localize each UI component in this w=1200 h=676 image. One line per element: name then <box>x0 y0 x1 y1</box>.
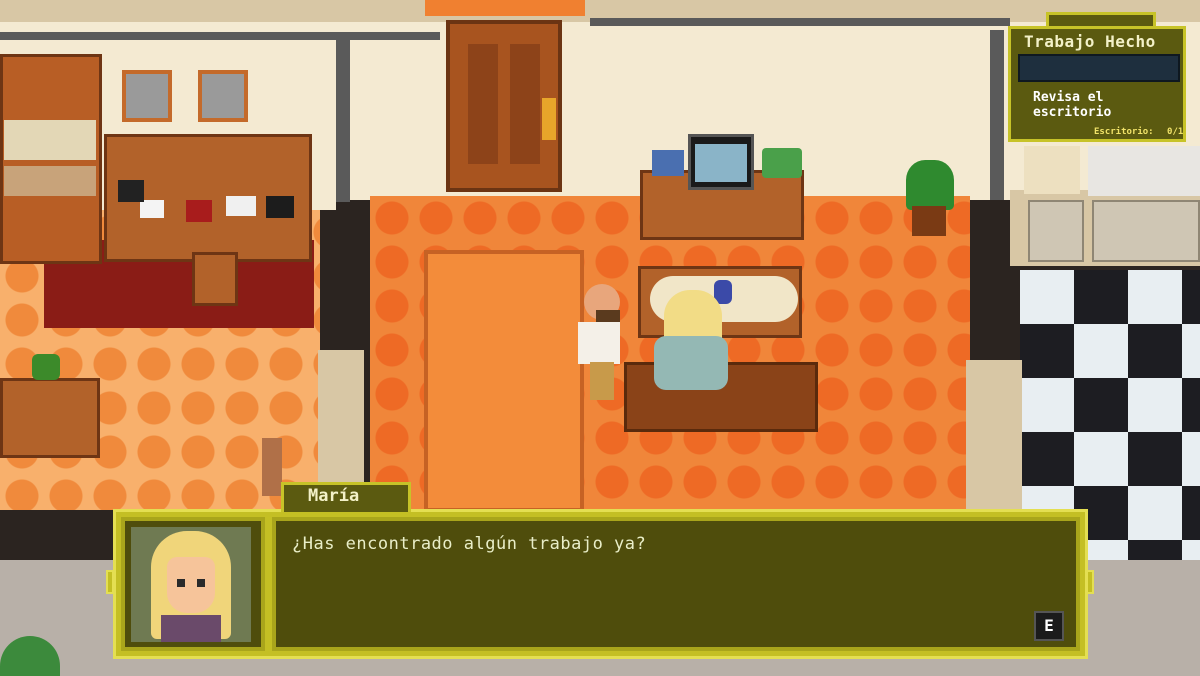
wall-pillar <box>990 30 1004 200</box>
speaker-name: María <box>308 486 360 506</box>
side-table <box>0 378 100 458</box>
quest-title: Trabajo Hecho <box>1024 32 1156 51</box>
stove <box>1092 200 1200 262</box>
kitchen-counter <box>1088 146 1200 196</box>
hall-runner <box>424 250 584 512</box>
player-body <box>578 322 620 364</box>
dialog-side-nub <box>1086 570 1094 594</box>
quest-progress: Escritorio: 0/1 <box>1094 127 1183 137</box>
door-handle <box>542 98 556 140</box>
door-panel <box>510 44 540 164</box>
game-scene: Trabajo Hecho Revisa el escritorio Escri… <box>0 0 1200 676</box>
wall-pillar <box>336 32 350 202</box>
small-plant <box>32 354 60 380</box>
maria-body <box>654 336 728 390</box>
desk-papers <box>140 200 164 218</box>
quest-progress-bar <box>1018 54 1180 82</box>
books <box>652 150 684 176</box>
wall-trim <box>590 18 1010 26</box>
portrait-face <box>167 557 215 613</box>
door-panel <box>468 44 498 164</box>
plant-pot <box>912 206 946 236</box>
desk-chair <box>192 252 238 306</box>
desk-phone <box>266 196 294 218</box>
bookshelf-shelf <box>4 166 96 196</box>
speaker-portrait <box>131 527 251 642</box>
wall-picture <box>122 70 172 122</box>
portrait-eye <box>197 579 205 587</box>
bookshelf-shelf <box>4 120 96 160</box>
tv-screen <box>695 144 747 182</box>
wall-picture <box>198 70 248 122</box>
portrait-eye <box>177 579 185 587</box>
kitchen-cabinet <box>1028 200 1084 262</box>
continue-key-button[interactable]: E <box>1034 611 1064 641</box>
quest-progress-label: Escritorio: <box>1094 127 1154 137</box>
wall-top-strip <box>425 0 585 16</box>
small-decor <box>762 148 802 178</box>
wall-trim <box>0 32 440 40</box>
potted-plant <box>906 160 954 210</box>
quest-progress-count: 0/1 <box>1167 127 1184 137</box>
coat-stand <box>262 438 282 496</box>
desk-papers <box>226 196 256 216</box>
dialog-text: ¿Has encontrado algún trabajo ya? <box>292 534 647 554</box>
desk-book <box>186 200 212 222</box>
dialog-side-nub <box>106 570 114 594</box>
desk-lamp <box>118 180 144 202</box>
quest-task: Revisa el escritorio <box>1033 90 1112 120</box>
player-legs <box>590 362 614 400</box>
portrait-shirt <box>161 615 221 642</box>
kitchen-pillar <box>966 360 1022 510</box>
kitchen-shelf <box>1024 146 1080 194</box>
